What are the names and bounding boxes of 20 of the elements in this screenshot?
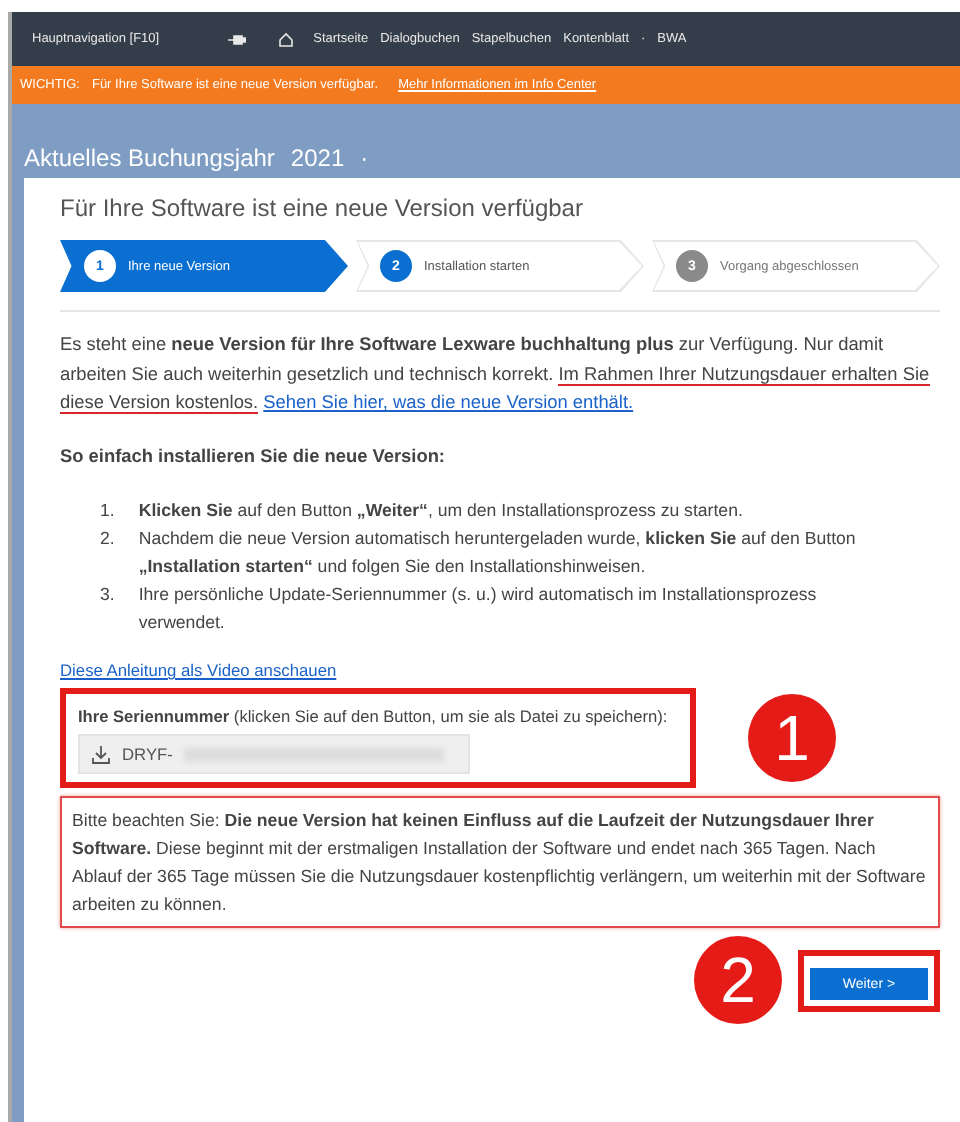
video-link[interactable]: Diese Anleitung als Video anschauen <box>60 660 940 681</box>
dialog-title: Für Ihre Software ist eine neue Version verfügbar <box>60 194 585 222</box>
notice-paragraph: Bitte beachten Sie: Die neue Version hat keinen Einfluss auf die Laufzeit der Nutzungsdauer Ihrer Software. Diese beginnt mit der erstmaligen Installation der Software und endet nach 365 Tagen. Nach Ablauf der 365 Tage müssen Sie die Nutzungsdauer kostenpflichtig verlängern, um weiterhin mit der Software arbeiten zu können. <box>60 796 940 929</box>
pin-icon[interactable] <box>227 33 246 45</box>
intro-paragraph: Es steht eine neue Version für Ihre Software Lexware buchhaltung plus zur Verfügung. Nur damit arbeiten Sie auch weiterhin gesetzlich und technisch korrekt. Im Rahmen Ihrer Nutzungsdauer erhalten Sie diese Version kostenlos. Sehen Sie hier, was die neue Version enthält. <box>60 332 932 419</box>
instruction-text: Ihre persönliche Update-Seriennummer (s. u.) wird automatisch im Installationsprozess verwendet. <box>138 582 819 637</box>
whats-new-link[interactable]: Sehen Sie hier, was die neue Version enthält. <box>263 392 634 413</box>
list-number: 2. <box>100 525 115 552</box>
instruction-text: Nachdem die neue Version automatisch heruntergeladen wurde, klicken Sie auf den Button „Installation starten“ und folgen Sie den Installationshinweisen. <box>138 525 858 580</box>
list-number: 1. <box>100 497 115 524</box>
howto-heading: So einfach installieren Sie die neue Version: <box>60 444 447 471</box>
download-icon <box>92 745 110 764</box>
header-title: Aktuelles Buchungsjahr <box>24 144 275 172</box>
home-icon[interactable] <box>277 31 294 47</box>
list-number: 3. <box>100 582 115 609</box>
step-marker: 2 <box>694 936 782 1025</box>
instruction-text: Klicken Sie auf den Button „Weiter“, um den Installationsprozess zu starten. <box>138 497 743 524</box>
step-marker: 1 <box>748 694 836 783</box>
serial-number-button[interactable]: DRYF- <box>78 734 470 775</box>
serial-label: Ihre Seriennummer (klicken Sie auf den Button, um sie als Datei zu speichern): <box>78 706 670 727</box>
